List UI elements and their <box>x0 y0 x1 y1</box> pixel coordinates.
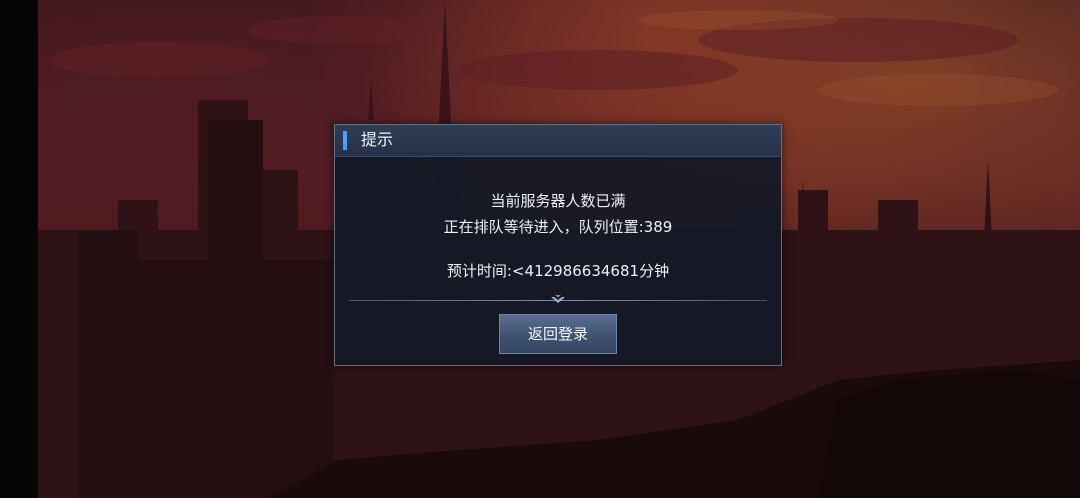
chevron-down-ornament-icon <box>551 295 565 303</box>
game-screen: 提示 当前服务器人数已满 正在排队等待进入，队列位置:389 预计时间:<412… <box>0 0 1080 498</box>
dialog-header: 提示 <box>335 125 781 157</box>
server-full-message: 当前服务器人数已满 <box>490 192 626 210</box>
queue-position-message: 正在排队等待进入，队列位置:389 <box>443 218 673 236</box>
header-accent-bar <box>343 131 347 150</box>
return-to-login-button[interactable]: 返回登录 <box>499 314 617 354</box>
queue-notice-dialog: 提示 当前服务器人数已满 正在排队等待进入，队列位置:389 预计时间:<412… <box>334 124 782 366</box>
left-edge-bar <box>0 0 38 498</box>
dialog-title: 提示 <box>361 130 394 149</box>
estimated-time-message: 预计时间:<412986634681分钟 <box>446 262 670 280</box>
